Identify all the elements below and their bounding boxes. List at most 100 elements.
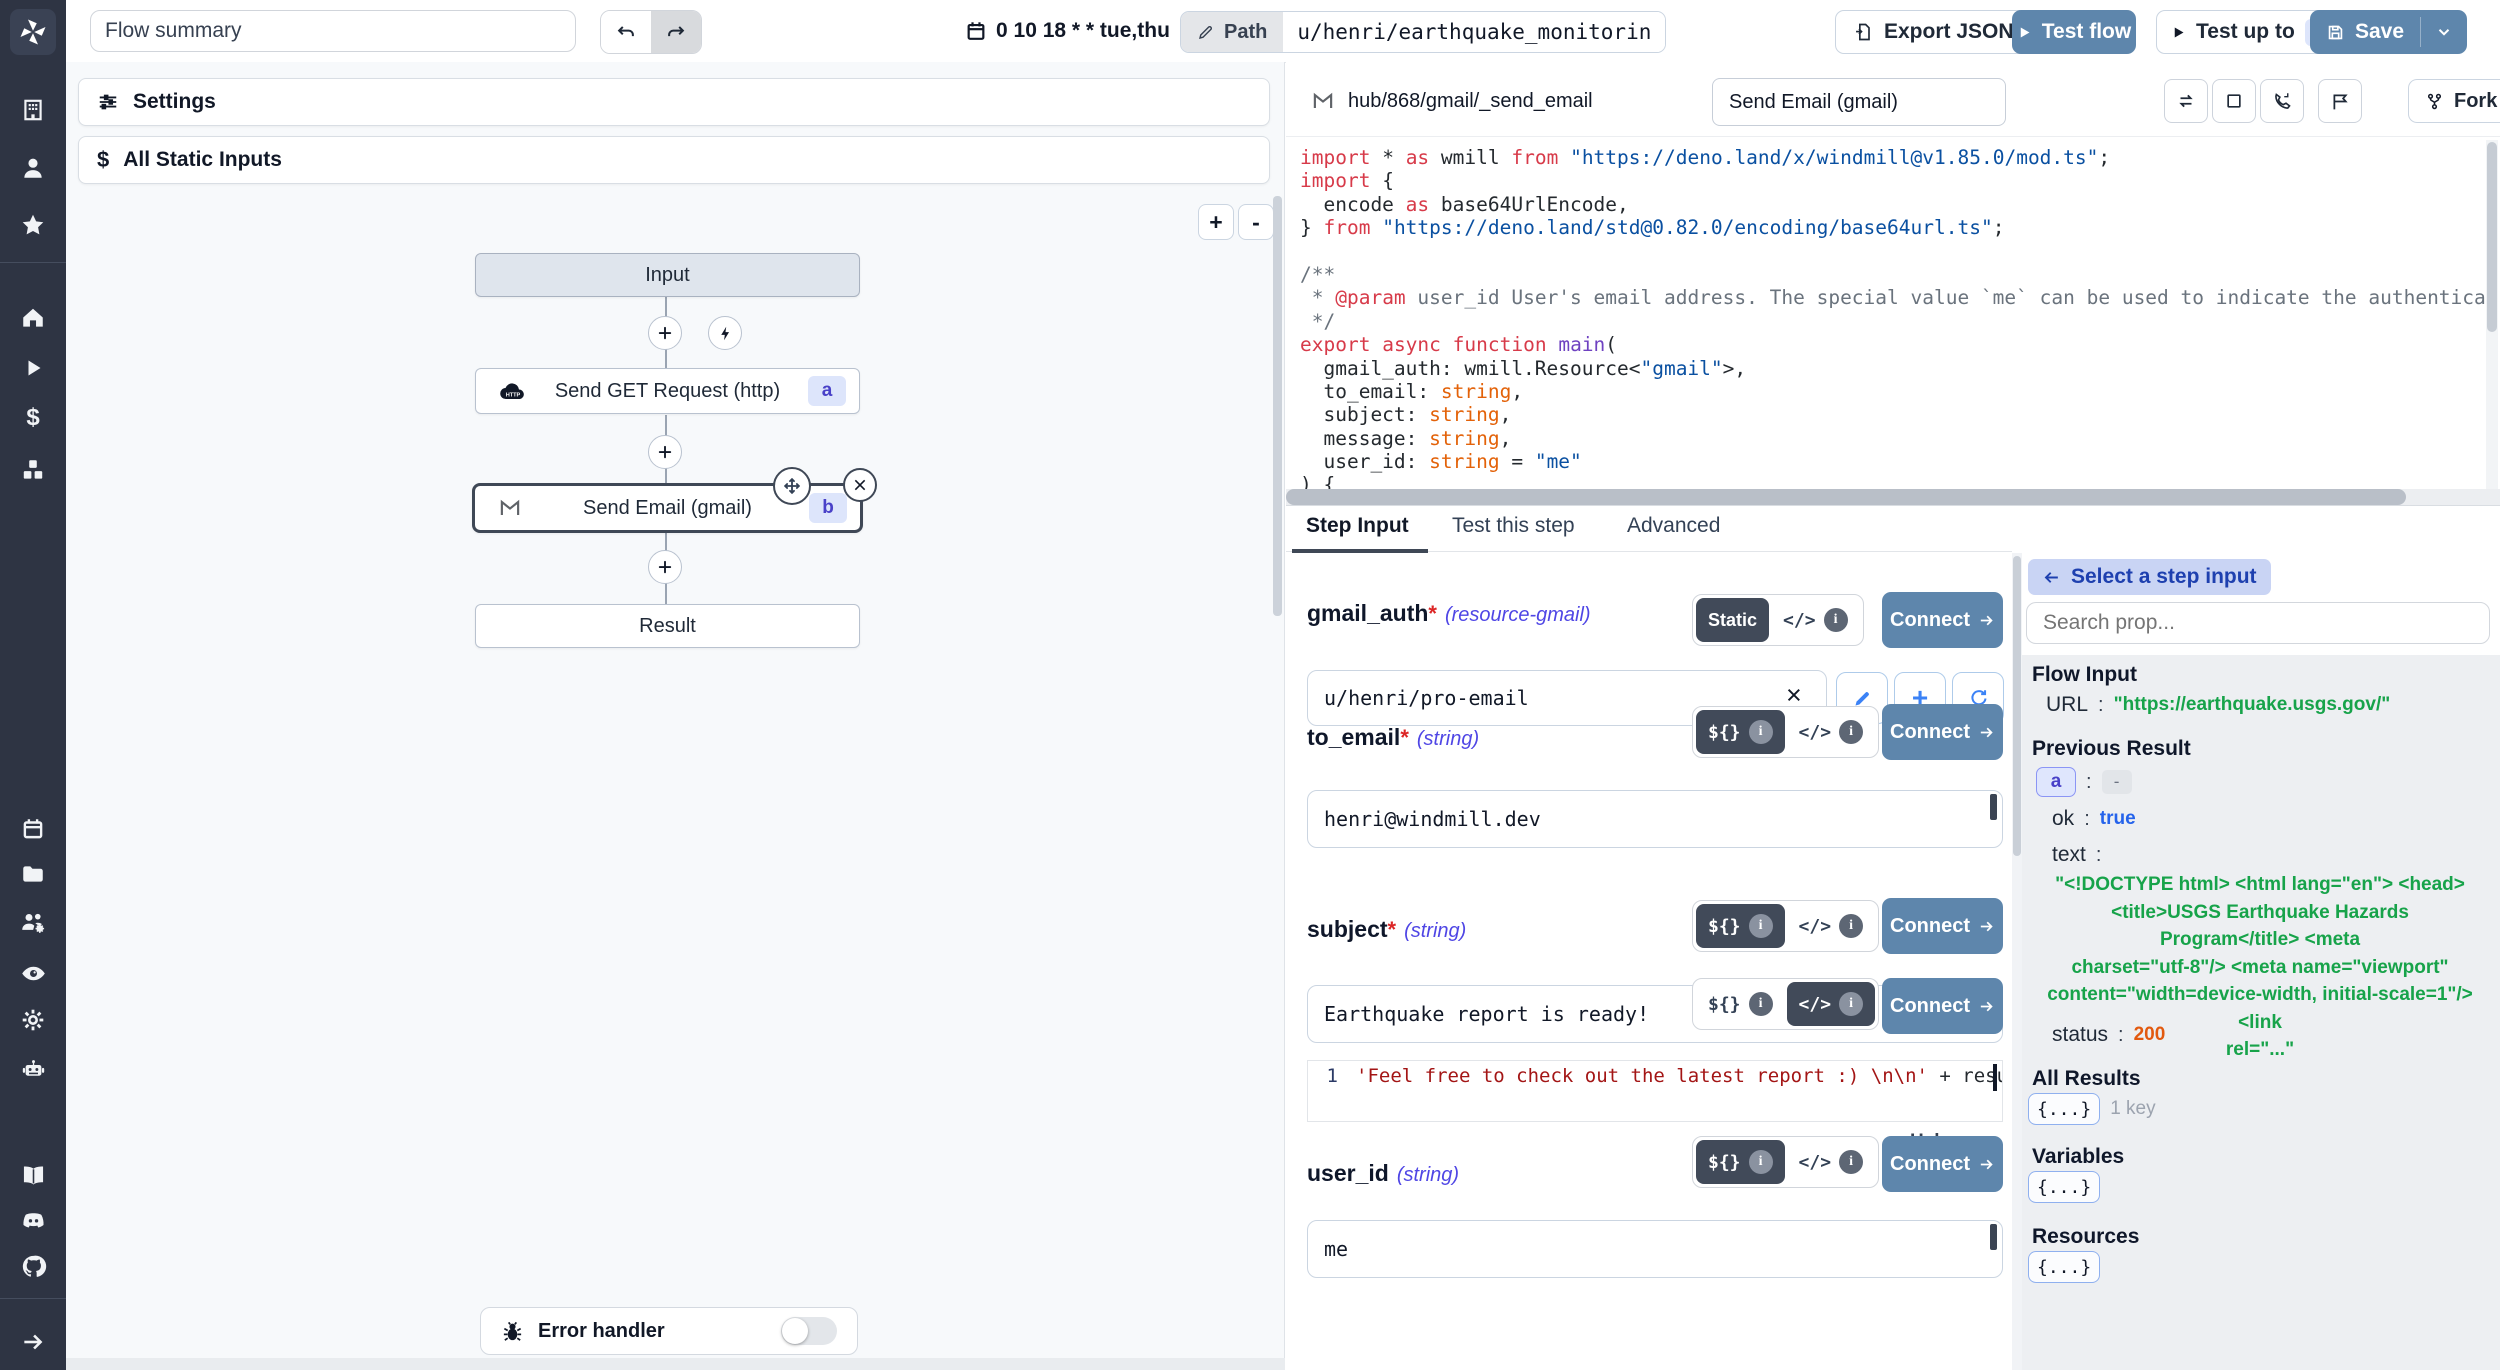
canvas-scrollbar[interactable]	[1273, 196, 1282, 616]
calendar-icon[interactable]	[19, 815, 47, 843]
save-dropdown-button[interactable]	[2421, 10, 2467, 54]
resources-pill[interactable]: {...}	[2028, 1251, 2100, 1283]
windmill-logo-icon[interactable]	[10, 9, 56, 55]
path-button[interactable]: Path	[1181, 12, 1283, 52]
redo-button[interactable]	[651, 11, 701, 53]
connect-button[interactable]: Connect	[1882, 898, 2003, 954]
mode-static[interactable]: Static	[1696, 598, 1769, 642]
eye-icon[interactable]	[19, 959, 47, 987]
move-node-handle[interactable]	[773, 467, 811, 505]
to-email-value-input[interactable]	[1307, 790, 2003, 848]
save-button[interactable]: Save	[2310, 10, 2420, 54]
building-icon[interactable]	[19, 96, 47, 124]
all-results-title: All Results	[2032, 1067, 2141, 1091]
add-step-button[interactable]	[648, 550, 682, 584]
flow-node-result[interactable]: Result	[475, 604, 860, 648]
mode-javascript[interactable]: </>i	[1787, 982, 1876, 1026]
path-value[interactable]: u/henri/earthquake_monitorin	[1283, 12, 1665, 52]
robot-icon[interactable]	[19, 1055, 47, 1083]
discord-icon[interactable]	[19, 1206, 47, 1234]
previous-result-a-row[interactable]: a : -	[2036, 767, 2132, 797]
flow-node-get-request[interactable]: HTTP Send GET Request (http) a	[475, 368, 860, 414]
select-step-input-button[interactable]: Select a step input	[2028, 559, 2271, 595]
message-code-editor[interactable]: 1 'Feel free to check out the latest rep…	[1307, 1060, 2003, 1122]
test-flow-button[interactable]: Test flow	[2012, 10, 2136, 54]
collapse-arrow-icon[interactable]	[19, 1328, 47, 1356]
code-v-scrollbar[interactable]	[2487, 142, 2497, 332]
step-title-input[interactable]	[1712, 78, 2006, 126]
info-icon: i	[1749, 992, 1773, 1016]
chevron-down-icon	[2435, 23, 2453, 41]
dollar-icon[interactable]: $	[19, 404, 47, 432]
user-icon[interactable]	[19, 154, 47, 182]
mode-expr[interactable]: ${}i	[1696, 982, 1785, 1026]
ok-row[interactable]: ok : true	[2052, 807, 2136, 831]
export-json-button[interactable]: Export JSON	[1835, 10, 2033, 54]
url-value: "https://earthquake.usgs.gov/"	[2114, 694, 2391, 716]
clear-icon[interactable]: ×	[1786, 682, 1802, 709]
badge-a[interactable]: a	[2036, 767, 2076, 797]
error-handler-row[interactable]: Error handler	[480, 1307, 858, 1355]
flow-input-url-row[interactable]: URL : "https://earthquake.usgs.gov/"	[2046, 693, 2390, 717]
zoom-in-button[interactable]: +	[1198, 204, 1234, 240]
undo-button[interactable]	[601, 11, 651, 53]
mode-expr[interactable]: ${}i	[1696, 1140, 1785, 1184]
gear-icon[interactable]	[19, 1006, 47, 1034]
mode-javascript[interactable]: </>i	[1787, 710, 1876, 754]
all-results-pill[interactable]: {...}	[2028, 1093, 2100, 1125]
book-icon[interactable]	[19, 1161, 47, 1189]
mode-javascript[interactable]: </>i	[1787, 904, 1876, 948]
error-handler-toggle[interactable]	[781, 1317, 837, 1345]
connect-button[interactable]: Connect	[1882, 704, 2003, 760]
mode-expr[interactable]: ${}i	[1696, 904, 1785, 948]
stop-button[interactable]	[2212, 79, 2256, 123]
user-id-value-input[interactable]	[1307, 1220, 2003, 1278]
mode-javascript[interactable]: </>i	[1787, 1140, 1876, 1184]
tab-advanced[interactable]: Advanced	[1627, 514, 1720, 538]
zoom-out-button[interactable]: -	[1238, 204, 1274, 240]
github-icon[interactable]	[19, 1252, 47, 1280]
form-scrollbar[interactable]	[2013, 556, 2021, 856]
connect-button[interactable]: Connect	[1882, 592, 2003, 648]
flow-summary-input[interactable]	[90, 10, 576, 52]
search-prop-input[interactable]	[2026, 602, 2490, 644]
tab-step-input[interactable]: Step Input	[1306, 514, 1409, 538]
text-key-row[interactable]: text :	[2052, 843, 2111, 867]
code-editor[interactable]: import * as wmill from "https://deno.lan…	[1300, 146, 2486, 494]
canvas-h-scrollbar[interactable]	[66, 1358, 1285, 1370]
cubes-icon[interactable]	[19, 456, 47, 484]
star-icon[interactable]	[19, 211, 47, 239]
schedule-summary[interactable]: 0 10 18 * * tue,thu	[965, 0, 1170, 62]
connect-button[interactable]: Connect	[1882, 978, 2003, 1034]
play-icon	[2017, 25, 2032, 40]
sync-icon	[2175, 90, 2197, 112]
arrow-left-icon	[2042, 568, 2061, 587]
home-icon[interactable]	[19, 304, 47, 332]
fork-button[interactable]: Fork	[2408, 79, 2500, 123]
add-step-button[interactable]	[648, 316, 682, 350]
mode-javascript[interactable]: </>i	[1771, 598, 1860, 642]
users-gear-icon[interactable]	[19, 908, 47, 936]
delete-node-button[interactable]	[843, 468, 877, 502]
add-trigger-button[interactable]	[708, 316, 742, 350]
path-label: Path	[1224, 21, 1267, 44]
sidebar-divider	[0, 262, 66, 263]
all-static-inputs-button[interactable]: $ All Static Inputs	[78, 136, 1270, 184]
play-icon	[2171, 25, 2186, 40]
folder-icon[interactable]	[19, 860, 47, 888]
variables-pill[interactable]: {...}	[2028, 1171, 2100, 1203]
call-button[interactable]	[2260, 79, 2304, 123]
play-icon[interactable]	[19, 354, 47, 382]
info-icon: i	[1839, 1150, 1863, 1174]
flag-button[interactable]	[2318, 79, 2362, 123]
status-row[interactable]: status : 200	[2052, 1023, 2165, 1047]
add-step-button[interactable]	[648, 435, 682, 469]
mode-expr[interactable]: ${}i	[1696, 710, 1785, 754]
tab-test-this-step[interactable]: Test this step	[1452, 514, 1575, 538]
code-h-scrollbar[interactable]	[1286, 489, 2406, 505]
flow-node-input[interactable]: Input	[475, 253, 860, 297]
flow-settings-button[interactable]: Settings	[78, 78, 1270, 126]
connect-button[interactable]: Connect	[1882, 1136, 2003, 1192]
sync-step-button[interactable]	[2164, 79, 2208, 123]
schedule-text: 0 10 18 * * tue,thu	[996, 19, 1170, 43]
